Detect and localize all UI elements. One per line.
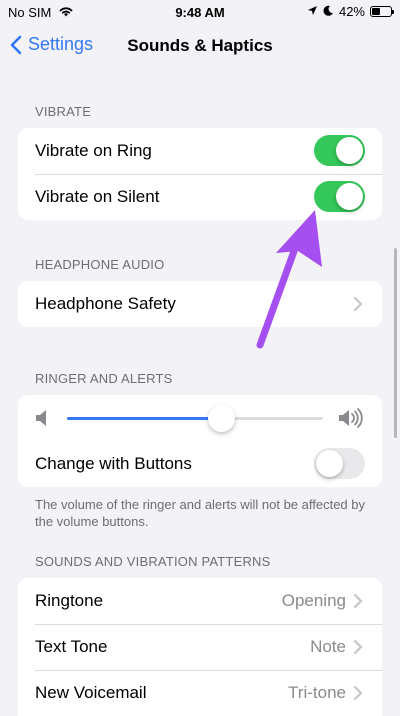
section-header-ringer-alerts: RINGER AND ALERTS (35, 371, 173, 386)
sounds-patterns-group: Ringtone Opening Text Tone Note New Voic… (18, 578, 382, 716)
ringer-footer-note: The volume of the ringer and alerts will… (35, 497, 366, 529)
ringtone-label: Ringtone (35, 591, 104, 610)
volume-slider-thumb[interactable] (207, 405, 235, 432)
annotation-arrow-icon (256, 210, 322, 349)
vibrate-on-ring-row: Vibrate on Ring (18, 128, 382, 174)
moon-icon (323, 4, 334, 19)
page-title: Sounds & Haptics (127, 36, 273, 55)
location-icon (307, 4, 318, 19)
navigation-bar: Settings Sounds & Haptics (0, 26, 400, 66)
speaker-low-icon (35, 409, 49, 432)
change-with-buttons-toggle[interactable] (314, 448, 365, 479)
volume-slider[interactable] (67, 405, 323, 432)
ringtone-value: Opening (281, 591, 346, 610)
chevron-right-icon (354, 640, 364, 654)
chevron-right-icon (354, 686, 364, 700)
vibrate-on-silent-row: Vibrate on Silent (18, 174, 382, 220)
scroll-indicator[interactable] (394, 248, 397, 438)
battery-icon (370, 6, 394, 17)
headphone-audio-group: Headphone Safety (18, 281, 382, 327)
toggle-knob (336, 183, 363, 210)
new-voicemail-label: New Voicemail (35, 683, 147, 702)
headphone-safety-row[interactable]: Headphone Safety (18, 281, 382, 327)
ringtone-row[interactable]: Ringtone Opening (18, 578, 382, 624)
new-voicemail-value: Tri-tone (288, 683, 346, 702)
battery-percent: 42% (338, 4, 365, 19)
chevron-right-icon (354, 297, 364, 311)
section-header-headphone-audio: HEADPHONE AUDIO (35, 257, 165, 272)
text-tone-value: Note (310, 637, 346, 656)
toggle-knob (336, 137, 363, 164)
speaker-high-icon (338, 408, 364, 433)
text-tone-row[interactable]: Text Tone Note (18, 624, 382, 670)
volume-slider-fill (67, 417, 221, 420)
chevron-right-icon (354, 594, 364, 608)
section-header-vibrate: VIBRATE (35, 104, 92, 119)
section-header-sounds-patterns: SOUNDS AND VIBRATION PATTERNS (35, 554, 271, 569)
text-tone-label: Text Tone (35, 637, 108, 656)
status-bar: No SIM 9:48 AM 42% (0, 0, 400, 26)
vibrate-on-ring-toggle[interactable] (314, 135, 365, 166)
volume-slider-row (18, 395, 382, 441)
toggle-knob (316, 450, 343, 477)
battery-level-fill (372, 8, 380, 15)
change-with-buttons-row: Change with Buttons (18, 441, 382, 487)
new-voicemail-row[interactable]: New Voicemail Tri-tone (18, 670, 382, 716)
vibrate-group: Vibrate on Ring Vibrate on Silent (18, 128, 382, 220)
ringer-alerts-group: Change with Buttons (18, 395, 382, 487)
